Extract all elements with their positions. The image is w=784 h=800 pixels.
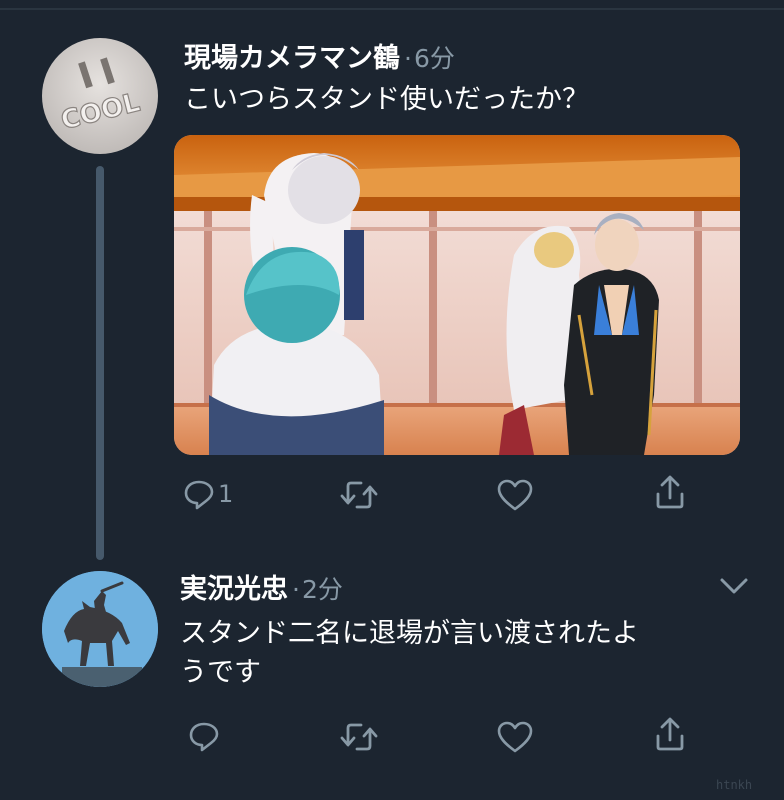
reply-icon	[189, 722, 219, 752]
share-icon	[656, 475, 684, 509]
timestamp[interactable]: 2分	[302, 570, 343, 606]
share-icon	[656, 717, 684, 751]
tweet-header: 現場カメラマン鶴 · 6分	[184, 36, 455, 75]
anime-scene-image	[174, 135, 740, 455]
share-button[interactable]	[654, 474, 686, 510]
retweet-button[interactable]	[339, 720, 379, 754]
cool-sign-avatar-icon: COOL	[42, 38, 158, 154]
retweet-icon	[340, 481, 378, 509]
more-options-button[interactable]	[719, 575, 749, 601]
share-button[interactable]	[654, 716, 686, 752]
horse-rider-statue-avatar-icon	[42, 571, 158, 687]
display-name[interactable]: 実況光忠	[180, 567, 288, 606]
tweet-header: 実況光忠 · 2分	[180, 567, 343, 606]
retweet-icon	[340, 723, 378, 751]
display-name[interactable]: 現場カメラマン鶴	[184, 36, 400, 75]
avatar[interactable]: COOL	[42, 38, 158, 154]
like-button[interactable]	[496, 478, 534, 512]
timestamp[interactable]: 6分	[414, 39, 455, 75]
heart-icon	[497, 479, 533, 511]
reply-icon	[184, 480, 214, 510]
thread-line	[96, 166, 104, 560]
tweet-text: スタンド二名に退場が言い渡されたよ うです	[180, 614, 639, 692]
tweet-text-line: うです	[180, 657, 261, 688]
chevron-down-icon	[720, 578, 748, 594]
tweet-text-line: スタンド二名に退場が言い渡されたよ	[180, 618, 639, 649]
artist-watermark: htnkh	[716, 778, 753, 792]
reply-button[interactable]: 1	[183, 478, 233, 510]
retweet-button[interactable]	[339, 478, 379, 512]
avatar[interactable]	[42, 571, 158, 687]
like-button[interactable]	[496, 720, 534, 754]
separator-dot: ·	[404, 44, 412, 73]
reply-count: 1	[218, 480, 234, 508]
tweet-media-image[interactable]	[174, 135, 740, 455]
heart-icon	[497, 721, 533, 753]
separator-dot: ·	[292, 575, 300, 604]
tweet-text: こいつらスタンド使いだったか？	[184, 84, 589, 115]
top-divider	[0, 8, 784, 10]
reply-button[interactable]	[188, 720, 223, 752]
